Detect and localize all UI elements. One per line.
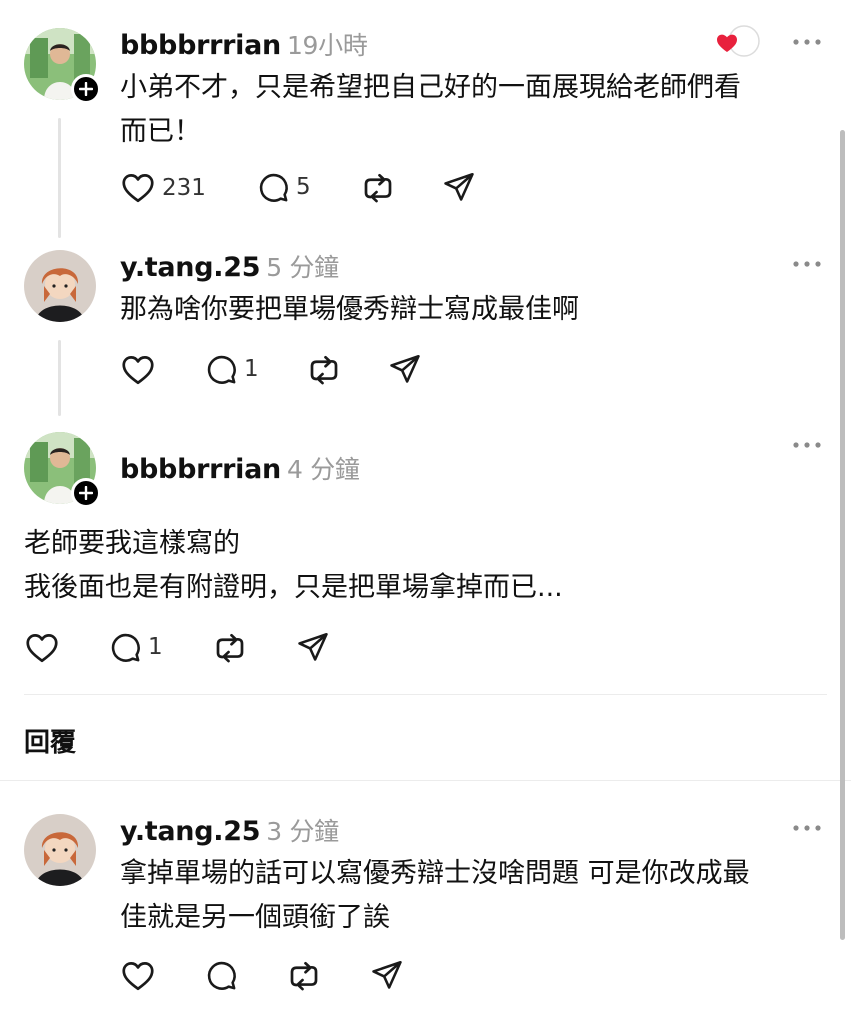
post-text: 老師要我這樣寫的: [24, 528, 240, 559]
more-icon[interactable]: [792, 823, 822, 833]
repost-button[interactable]: [212, 630, 248, 666]
post-header: bbbbrrrian 4 分鐘: [120, 450, 360, 486]
post-header: bbbbrrrian 19小時: [120, 26, 368, 62]
replies-section-title[interactable]: 回覆: [24, 722, 76, 759]
repost-icon: [360, 170, 396, 206]
timestamp: 19小時: [286, 31, 368, 60]
action-bar: 1: [120, 352, 460, 392]
repost-icon: [286, 958, 322, 994]
post-header: y.tang.25 5 分鐘: [120, 248, 339, 284]
comment-icon: [108, 630, 142, 664]
like-button[interactable]: [24, 630, 60, 666]
like-button[interactable]: [120, 352, 156, 388]
share-button[interactable]: [388, 352, 422, 386]
plus-icon: [79, 82, 93, 96]
timestamp: 3 分鐘: [266, 817, 339, 846]
like-count: 231: [162, 175, 206, 201]
more-icon[interactable]: [792, 259, 822, 269]
share-button[interactable]: [296, 630, 330, 664]
divider: [24, 694, 827, 695]
share-icon: [370, 958, 404, 992]
action-bar: 1: [24, 630, 364, 670]
avatar[interactable]: [24, 250, 96, 322]
comment-icon: [204, 352, 238, 386]
post-text: 佳就是另一個頭銜了誒: [120, 902, 390, 933]
liked-heart-icon: [717, 25, 760, 57]
liked-indicator[interactable]: [714, 24, 764, 58]
scrollbar[interactable]: [840, 130, 845, 940]
action-bar: 231 5: [120, 170, 520, 210]
repost-icon: [212, 630, 248, 666]
share-icon: [442, 170, 476, 204]
heart-icon: [24, 630, 60, 666]
avatar[interactable]: [24, 814, 96, 886]
heart-icon: [120, 958, 156, 994]
follow-button[interactable]: [71, 74, 101, 104]
reply-count: 5: [296, 174, 311, 200]
post-text: 拿掉單場的話可以寫優秀辯士沒啥問題 可是你改成最: [120, 858, 750, 889]
post-text: 那為啥你要把單場優秀辯士寫成最佳啊: [120, 294, 579, 325]
post-text: 小弟不才，只是希望把自己好的一面展現給老師們看: [120, 72, 741, 103]
timestamp: 5 分鐘: [266, 253, 339, 282]
username[interactable]: bbbbrrrian: [120, 454, 281, 485]
avatar-image: [24, 250, 96, 322]
comment-icon: [204, 958, 238, 992]
action-bar: [120, 958, 420, 998]
comment-icon: [256, 170, 290, 204]
reply-button[interactable]: [204, 958, 238, 992]
reply-count: 1: [148, 634, 163, 660]
share-icon: [388, 352, 422, 386]
share-button[interactable]: [370, 958, 404, 992]
repost-button[interactable]: [286, 958, 322, 994]
heart-icon: [120, 170, 156, 206]
post-text: 而已！: [120, 116, 201, 147]
more-icon[interactable]: [792, 37, 822, 47]
repost-icon: [306, 352, 342, 388]
share-button[interactable]: [442, 170, 476, 204]
plus-icon: [79, 486, 93, 500]
username[interactable]: bbbbrrrian: [120, 30, 281, 61]
heart-icon: [120, 352, 156, 388]
share-icon: [296, 630, 330, 664]
follow-button[interactable]: [71, 478, 101, 508]
divider: [0, 780, 851, 781]
repost-button[interactable]: [360, 170, 396, 206]
repost-button[interactable]: [306, 352, 342, 388]
username[interactable]: y.tang.25: [120, 816, 260, 847]
thread-line: [58, 118, 61, 238]
like-button[interactable]: 231: [120, 170, 206, 206]
username[interactable]: y.tang.25: [120, 252, 260, 283]
thread-line: [58, 340, 61, 416]
more-icon[interactable]: [792, 440, 822, 450]
avatar-image: [24, 814, 96, 886]
post-header: y.tang.25 3 分鐘: [120, 812, 339, 848]
post-text: 我後面也是有附證明，只是把單場拿掉而已...: [24, 572, 563, 603]
timestamp: 4 分鐘: [286, 455, 360, 484]
reply-button[interactable]: 1: [108, 630, 163, 664]
reply-button[interactable]: 5: [256, 170, 311, 204]
reply-button[interactable]: 1: [204, 352, 259, 386]
like-button[interactable]: [120, 958, 156, 994]
reply-count: 1: [244, 356, 259, 382]
